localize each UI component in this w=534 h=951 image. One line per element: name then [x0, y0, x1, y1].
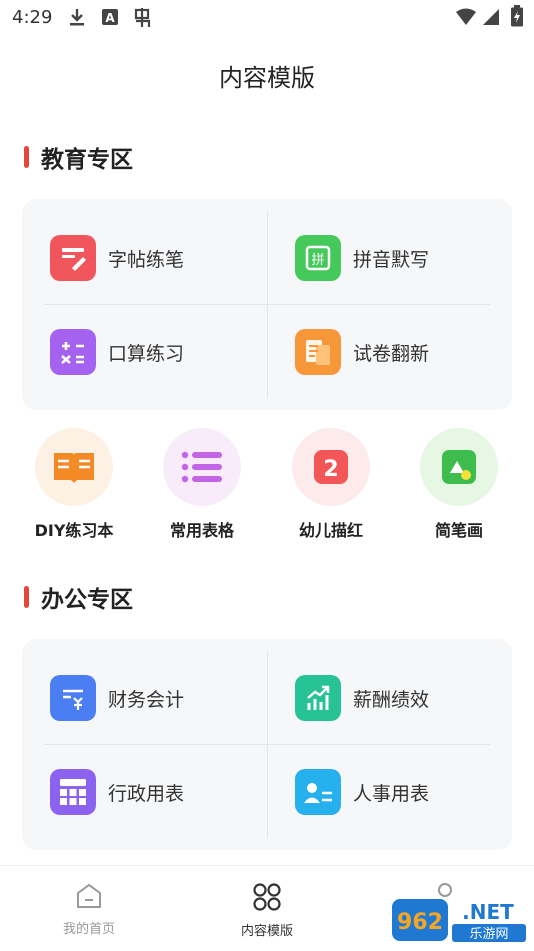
exam-refresh-item[interactable]: 试卷翻新	[267, 305, 512, 399]
status-time: 4:29	[12, 7, 53, 28]
quick-tools-row: DIY练习本 常用表格 2 幼儿描红 简笔画	[0, 428, 534, 548]
section-accent-bar	[24, 146, 29, 168]
pinyin-dictation-item[interactable]: 拼 拼音默写	[267, 211, 512, 305]
copybook-practice-label: 字帖练笔	[108, 248, 185, 271]
open-book-icon	[35, 428, 113, 506]
office-card: 财务会计 薪酬绩效 行政用表 人事用表	[22, 639, 512, 850]
svg-text:2: 2	[323, 457, 338, 482]
a-letter-icon: A	[102, 9, 118, 25]
table-grid-icon	[50, 769, 96, 815]
site-watermark-logo: 962 .NET 乐游网	[392, 895, 528, 945]
id-card-icon	[295, 769, 341, 815]
section-accent-bar	[24, 586, 29, 608]
tab-templates-label: 内容模版	[240, 924, 293, 939]
pen-paper-icon	[50, 235, 96, 281]
hr-forms-item[interactable]: 人事用表	[267, 745, 512, 839]
status-bar: 4:29 A	[0, 0, 534, 36]
bug-icon	[134, 8, 151, 27]
tab-templates[interactable]: 内容模版	[212, 882, 322, 939]
download-icon	[70, 9, 84, 26]
tab-home[interactable]: 我的首页	[34, 882, 144, 937]
calculator-icon	[50, 329, 96, 375]
finance-icon	[50, 675, 96, 721]
finance-accounting-item[interactable]: 财务会计	[22, 651, 267, 745]
template-grid-icon	[253, 883, 281, 911]
home-icon	[77, 883, 101, 908]
svg-text:乐游网: 乐游网	[469, 927, 508, 942]
svg-text:.NET: .NET	[462, 900, 514, 924]
salary-performance-label: 薪酬绩效	[353, 688, 430, 711]
admin-forms-item[interactable]: 行政用表	[22, 745, 267, 839]
svg-text:拼: 拼	[311, 253, 324, 268]
shapes-icon	[420, 428, 498, 506]
office-section-header: 办公专区	[24, 582, 133, 613]
kids-tracing-item[interactable]: 2 幼儿描红	[276, 428, 386, 541]
tab-home-label: 我的首页	[62, 922, 115, 937]
battery-icon	[511, 5, 523, 27]
diy-notebook-label: DIY练习本	[34, 521, 114, 540]
finance-accounting-label: 财务会计	[108, 688, 185, 711]
copybook-practice-item[interactable]: 字帖练笔	[22, 211, 267, 305]
diy-notebook-item[interactable]: DIY练习本	[19, 428, 129, 541]
wifi-icon	[456, 8, 476, 25]
svg-text:A: A	[105, 11, 115, 25]
growth-chart-icon	[295, 675, 341, 721]
education-section-header: 教育专区	[24, 142, 133, 173]
education-card: 字帖练笔 拼 拼音默写 口算练习 试卷翻新	[22, 199, 512, 410]
list-icon	[163, 428, 241, 506]
pinyin-dictation-label: 拼音默写	[353, 248, 430, 271]
salary-performance-item[interactable]: 薪酬绩效	[267, 651, 512, 745]
kids-tracing-label: 幼儿描红	[298, 521, 363, 540]
mental-arithmetic-label: 口算练习	[108, 342, 185, 365]
mental-arithmetic-item[interactable]: 口算练习	[22, 305, 267, 399]
common-tables-item[interactable]: 常用表格	[147, 428, 257, 541]
admin-forms-label: 行政用表	[108, 782, 185, 805]
number-two-icon: 2	[292, 428, 370, 506]
hr-forms-label: 人事用表	[353, 782, 430, 805]
signal-icon	[483, 9, 499, 25]
svg-text:962: 962	[397, 910, 443, 935]
page-title: 内容模版	[219, 64, 315, 92]
simple-drawing-item[interactable]: 简笔画	[404, 428, 514, 541]
education-section-title: 教育专区	[41, 147, 133, 173]
pinyin-icon: 拼	[295, 235, 341, 281]
documents-icon	[295, 329, 341, 375]
common-tables-label: 常用表格	[169, 521, 234, 540]
simple-drawing-label: 简笔画	[434, 521, 483, 540]
exam-refresh-label: 试卷翻新	[353, 342, 430, 365]
office-section-title: 办公专区	[41, 587, 133, 613]
